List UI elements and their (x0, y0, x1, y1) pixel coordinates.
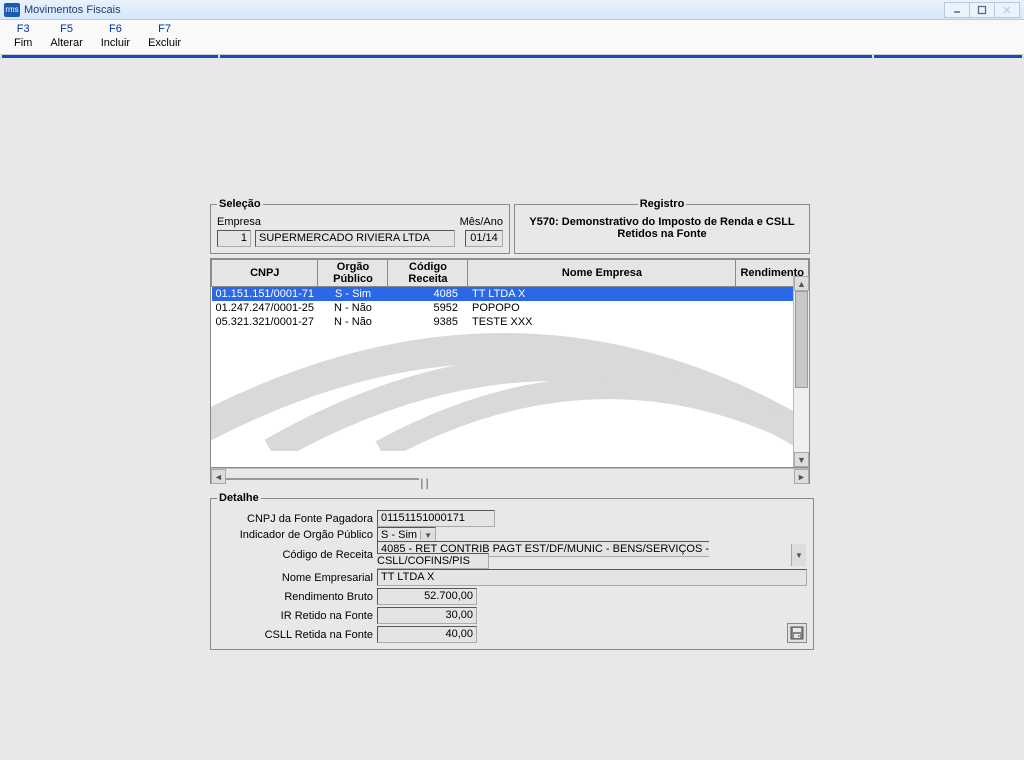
cnpj-fonte-label: CNPJ da Fonte Pagadora (217, 513, 377, 525)
registro-group: Registro Y570: Demonstrativo do Imposto … (514, 198, 810, 254)
cell-nome: TT LTDA X (468, 287, 736, 301)
window-controls (945, 2, 1020, 18)
nome-empresarial-field[interactable]: TT LTDA X (377, 569, 807, 586)
mesano-label: Mês/Ano (460, 216, 503, 228)
col-cod[interactable]: Código Receita (388, 260, 468, 287)
empresa-label: Empresa (217, 216, 257, 228)
registro-text: Y570: Demonstrativo do Imposto de Renda … (521, 216, 803, 240)
close-button[interactable] (994, 2, 1020, 18)
table-row[interactable]: 01.151.151/0001-71S - Sim4085TT LTDA X (212, 287, 809, 301)
rendimento-bruto-field[interactable]: 52.700,00 (377, 588, 477, 605)
cell-orgao: N - Não (318, 301, 388, 315)
scroll-right-icon[interactable]: ► (794, 469, 809, 484)
selecao-group: Seleção Empresa Mês/Ano 1 SUPERMERCADO R… (210, 198, 510, 254)
chevron-down-icon[interactable]: ▼ (420, 530, 435, 540)
table-row[interactable]: 05.321.321/0001-27N - Não9385TESTE XXX (212, 315, 809, 329)
cell-cnpj: 01.247.247/0001-25 (212, 301, 318, 315)
cell-cnpj: 01.151.151/0001-71 (212, 287, 318, 301)
chevron-down-icon[interactable]: ▼ (791, 544, 806, 566)
ir-retido-label: IR Retido na Fonte (217, 610, 377, 622)
minimize-button[interactable] (944, 2, 970, 18)
ir-retido-field[interactable]: 30,00 (377, 607, 477, 624)
fkey-f6[interactable]: F6Incluir (95, 22, 142, 50)
nome-empresarial-label: Nome Empresarial (217, 572, 377, 584)
col-orgao[interactable]: Orgão Público (318, 260, 388, 287)
title-bar: rms Movimentos Fiscais (0, 0, 1024, 20)
fkey-f7[interactable]: F7Excluir (142, 22, 193, 50)
cell-cod: 9385 (388, 315, 468, 329)
fkey-f3[interactable]: F3Fim (8, 22, 44, 50)
cell-cod: 4085 (388, 287, 468, 301)
cell-cnpj: 05.321.321/0001-27 (212, 315, 318, 329)
selecao-legend: Seleção (217, 198, 263, 210)
scroll-up-icon[interactable]: ▲ (794, 276, 809, 291)
col-cnpj[interactable]: CNPJ (212, 260, 318, 287)
grid-vscrollbar[interactable]: ▲ ▼ (793, 276, 809, 467)
save-button[interactable] (787, 623, 807, 643)
registro-legend: Registro (638, 198, 687, 210)
csll-retida-label: CSLL Retida na Fonte (217, 629, 377, 641)
cnpj-fonte-field[interactable]: 01151151000171 (377, 510, 495, 527)
mesano-field[interactable]: 01/14 (465, 230, 503, 247)
grid-hscrollbar[interactable]: ◄ ┃┃ ► (211, 468, 809, 484)
floppy-disk-icon (790, 626, 804, 640)
empresa-nome-field: SUPERMERCADO RIVIERA LTDA (255, 230, 455, 247)
cell-orgao: N - Não (318, 315, 388, 329)
scroll-down-icon[interactable]: ▼ (794, 452, 809, 467)
cod-receita-label: Código de Receita (217, 549, 377, 561)
window-title: Movimentos Fiscais (24, 4, 121, 16)
indicador-orgao-label: Indicador de Orgão Público (217, 529, 377, 541)
detalhe-legend: Detalhe (217, 492, 261, 504)
cell-cod: 5952 (388, 301, 468, 315)
cell-nome: TESTE XXX (468, 315, 736, 329)
csll-retida-field[interactable]: 40,00 (377, 626, 477, 643)
records-grid[interactable]: CNPJ Orgão Público Código Receita Nome E… (210, 258, 810, 468)
rendimento-bruto-label: Rendimento Bruto (217, 591, 377, 603)
app-icon: rms (4, 3, 20, 17)
cod-receita-select[interactable]: 4085 - RET CONTRIB PAGT EST/DF/MUNIC - B… (377, 541, 709, 569)
detalhe-group: Detalhe CNPJ da Fonte Pagadora 011511510… (210, 492, 814, 650)
fkey-f5[interactable]: F5Alterar (44, 22, 94, 50)
work-area: Seleção Empresa Mês/Ano 1 SUPERMERCADO R… (0, 58, 1024, 760)
col-nome[interactable]: Nome Empresa (468, 260, 736, 287)
scroll-left-icon[interactable]: ◄ (211, 469, 226, 484)
table-row[interactable]: 01.247.247/0001-25N - Não5952POPOPO (212, 301, 809, 315)
cell-nome: POPOPO (468, 301, 736, 315)
cell-orgao: S - Sim (318, 287, 388, 301)
empresa-cod-field[interactable]: 1 (217, 230, 251, 247)
function-key-menu: F3Fim F5Alterar F6Incluir F7Excluir (0, 20, 1024, 55)
maximize-button[interactable] (969, 2, 995, 18)
